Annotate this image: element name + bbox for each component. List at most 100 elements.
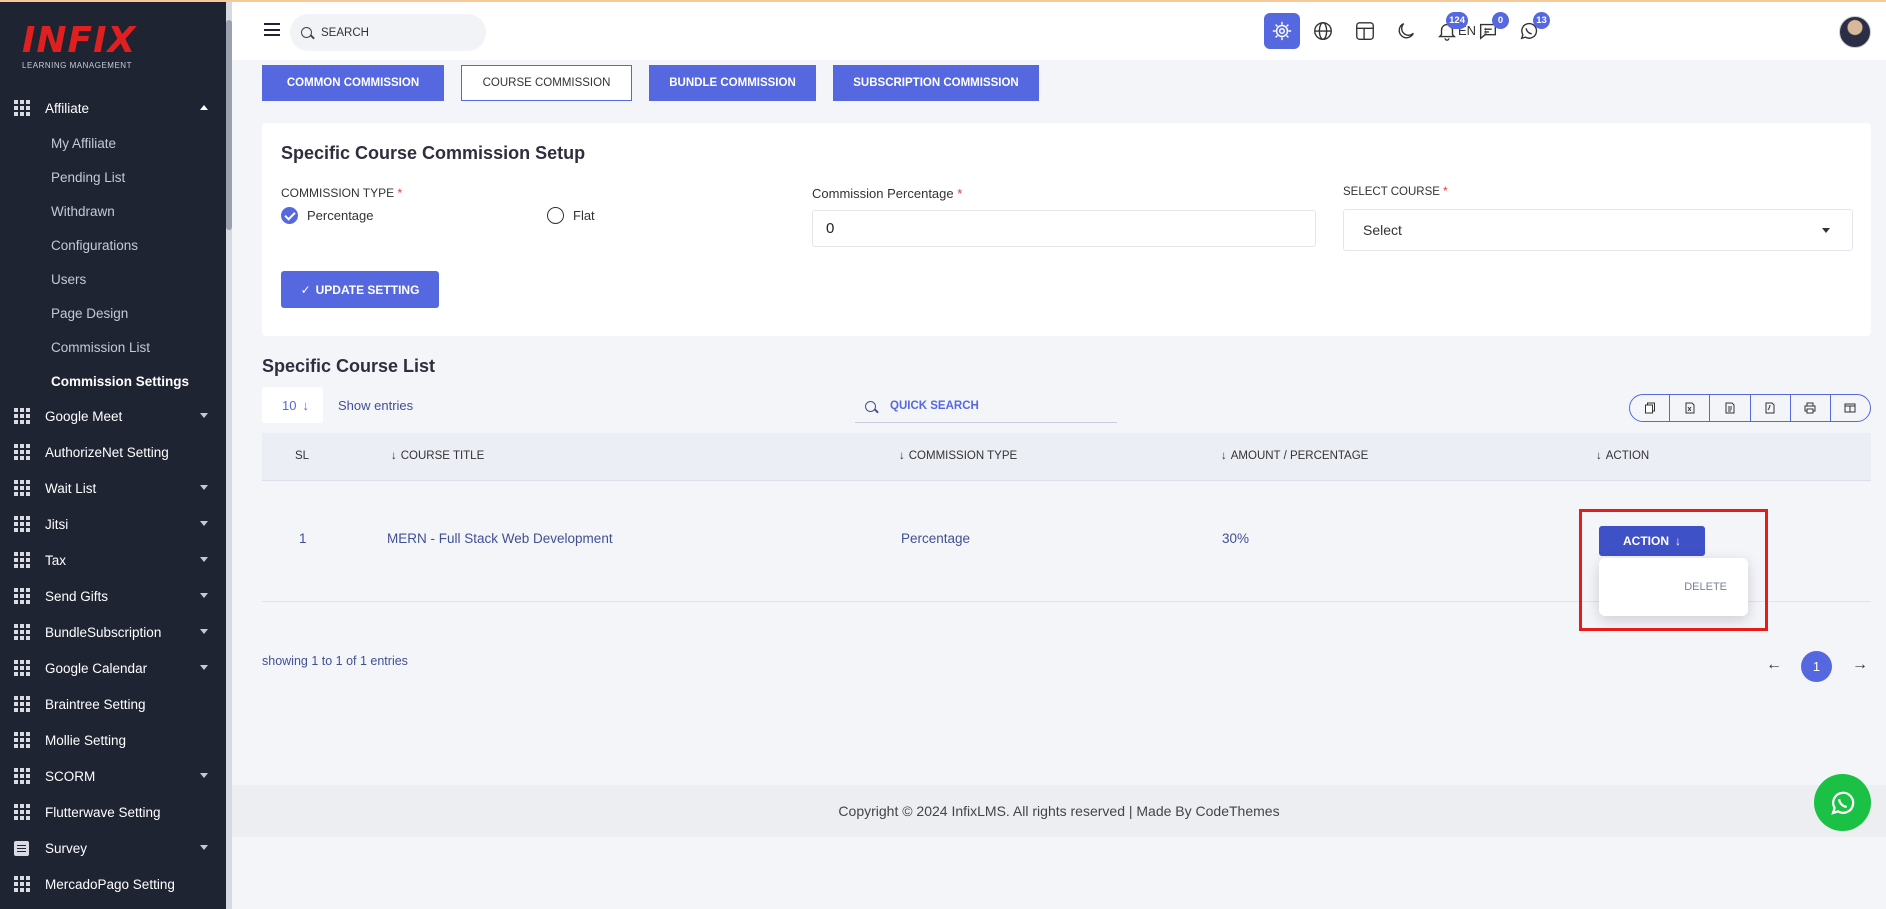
sidebar-item-braintree-setting[interactable]: Braintree Setting	[0, 686, 226, 722]
sidebar-subitem-pending-list[interactable]: Pending List	[51, 160, 226, 194]
column-header-course-title[interactable]: ↓ COURSE TITLE	[391, 450, 484, 462]
columns-icon[interactable]	[1831, 395, 1870, 421]
page-size-select[interactable]: 10 ↓	[262, 387, 323, 423]
moon-icon[interactable]	[1388, 13, 1424, 49]
print-icon[interactable]	[1791, 395, 1831, 421]
radio-checked-icon[interactable]	[281, 207, 298, 224]
chevron-down-icon	[200, 593, 208, 598]
grid-icon	[14, 100, 30, 116]
commission-percentage-label: Commission Percentage *	[812, 186, 963, 201]
sidebar-item-label: MercadoPago Setting	[45, 876, 175, 892]
excel-icon[interactable]	[1670, 395, 1711, 421]
column-header-sl[interactable]: SL	[295, 450, 309, 462]
pagination-next-icon[interactable]: →	[1852, 656, 1868, 674]
quick-search-input[interactable]	[890, 400, 1090, 412]
user-avatar[interactable]	[1839, 16, 1871, 48]
sidebar-item-affiliate[interactable]: Affiliate	[0, 90, 226, 126]
sidebar-item-flutterwave-setting[interactable]: Flutterwave Setting	[0, 794, 226, 830]
chevron-down-icon	[200, 629, 208, 634]
tab-course-commission[interactable]: COURSE COMMISSION	[461, 65, 632, 101]
grid-icon	[14, 696, 30, 712]
whatsapp-icon	[1830, 791, 1854, 815]
sidebar-item-mercadopago-setting[interactable]: MercadoPago Setting	[0, 866, 226, 902]
grid-icon	[14, 876, 30, 892]
sidebar-item-google-meet[interactable]: Google Meet	[0, 398, 226, 434]
sidebar-item-label: Jitsi	[45, 516, 69, 532]
sidebar-item-google-calendar[interactable]: Google Calendar	[0, 650, 226, 686]
column-header-action[interactable]: ↓ ACTION	[1596, 450, 1649, 462]
logo-text: INFIX	[22, 20, 137, 61]
csv-icon[interactable]	[1710, 395, 1751, 421]
tab-bundle-commission[interactable]: BUNDLE COMMISSION	[649, 65, 816, 101]
sidebar-item-wait-list[interactable]: Wait List	[0, 470, 226, 506]
grid-icon	[14, 444, 30, 460]
commission-percentage-input[interactable]	[812, 210, 1316, 247]
sidebar-item-scorm[interactable]: SCORM	[0, 758, 226, 794]
top-header: EN↓ 124 0 13	[232, 2, 1886, 60]
sidebar-scrollbar[interactable]	[226, 0, 232, 909]
cell-sl: 1	[299, 531, 307, 546]
pagination-page-1[interactable]: 1	[1801, 651, 1832, 682]
footer-copyright: Copyright © 2024 InfixLMS. All rights re…	[838, 803, 1280, 819]
sidebar-item-label: Flutterwave Setting	[45, 804, 161, 820]
header-search[interactable]	[290, 14, 486, 51]
settings-chip-icon[interactable]	[1264, 13, 1300, 49]
footer: Copyright © 2024 InfixLMS. All rights re…	[232, 785, 1886, 837]
sort-arrow-icon: ↓	[1596, 450, 1602, 462]
pagination-prev-icon[interactable]: ←	[1766, 656, 1782, 674]
sidebar-item-label: AuthorizeNet Setting	[45, 444, 169, 460]
grid-icon	[14, 732, 30, 748]
whatsapp-icon[interactable]: 13	[1511, 12, 1550, 49]
arrow-down-icon: ↓	[302, 397, 309, 413]
select-course-dropdown[interactable]: Select	[1343, 209, 1853, 251]
sidebar-subitem-commission-settings[interactable]: Commission Settings	[51, 364, 226, 398]
sidebar-item-tax[interactable]: Tax	[0, 542, 226, 578]
sidebar-item-send-gifts[interactable]: Send Gifts	[0, 578, 226, 614]
sidebar-subitem-users[interactable]: Users	[51, 262, 226, 296]
bell-icon[interactable]: 124	[1429, 12, 1468, 49]
tab-common-commission[interactable]: COMMON COMMISSION	[262, 65, 444, 101]
copy-icon[interactable]	[1630, 395, 1671, 421]
quick-search[interactable]	[855, 390, 1117, 423]
highlight-annotation-box	[1579, 509, 1768, 631]
radio-flat[interactable]: Flat	[547, 207, 595, 224]
chevron-down-icon	[200, 773, 208, 778]
tab-subscription-commission[interactable]: SUBSCRIPTION COMMISSION	[833, 65, 1039, 101]
grid-icon	[14, 588, 30, 604]
chevron-up-icon	[200, 105, 208, 110]
chat-icon[interactable]: 0	[1470, 12, 1509, 49]
affiliate-submenu: My Affiliate Pending List Withdrawn Conf…	[0, 126, 226, 398]
showing-entries-text: showing 1 to 1 of 1 entries	[262, 654, 408, 668]
radio-percentage[interactable]: Percentage	[281, 207, 374, 224]
document-icon	[14, 840, 29, 856]
layout-icon[interactable]	[1347, 13, 1383, 49]
radio-unchecked-icon[interactable]	[547, 207, 564, 224]
sidebar-item-label: SCORM	[45, 768, 96, 784]
whatsapp-float-button[interactable]	[1814, 774, 1871, 831]
pdf-icon[interactable]	[1751, 395, 1791, 421]
export-buttons	[1629, 394, 1871, 422]
sidebar-item-jitsi[interactable]: Jitsi	[0, 506, 226, 542]
hamburger-menu-icon[interactable]	[264, 23, 280, 36]
check-icon: ✓	[300, 282, 311, 297]
sidebar-item-authorizenet-setting[interactable]: AuthorizeNet Setting	[0, 434, 226, 470]
sidebar-subitem-page-design[interactable]: Page Design	[51, 296, 226, 330]
globe-icon[interactable]	[1305, 13, 1341, 49]
show-entries-label: Show entries	[338, 398, 414, 413]
grid-icon	[14, 408, 30, 424]
sidebar-item-label: Send Gifts	[45, 588, 109, 604]
sort-arrow-icon: ↓	[1221, 450, 1227, 462]
logo[interactable]: INFIX LEARNING MANAGEMENT	[22, 22, 152, 72]
column-header-amount[interactable]: ↓ AMOUNT / PERCENTAGE	[1221, 450, 1368, 462]
sidebar-item-bundlesubscription[interactable]: BundleSubscription	[0, 614, 226, 650]
header-search-input[interactable]	[321, 26, 471, 39]
sidebar-item-mollie-setting[interactable]: Mollie Setting	[0, 722, 226, 758]
sidebar-subitem-configurations[interactable]: Configurations	[51, 228, 226, 262]
sidebar-subitem-withdrawn[interactable]: Withdrawn	[51, 194, 226, 228]
chevron-down-icon	[200, 557, 208, 562]
sidebar-subitem-my-affiliate[interactable]: My Affiliate	[51, 126, 226, 160]
sidebar-item-survey[interactable]: Survey	[0, 830, 226, 866]
update-setting-button[interactable]: ✓ UPDATE SETTING	[281, 271, 439, 308]
column-header-commission-type[interactable]: ↓ COMMISSION TYPE	[899, 450, 1017, 462]
sidebar-subitem-commission-list[interactable]: Commission List	[51, 330, 226, 364]
